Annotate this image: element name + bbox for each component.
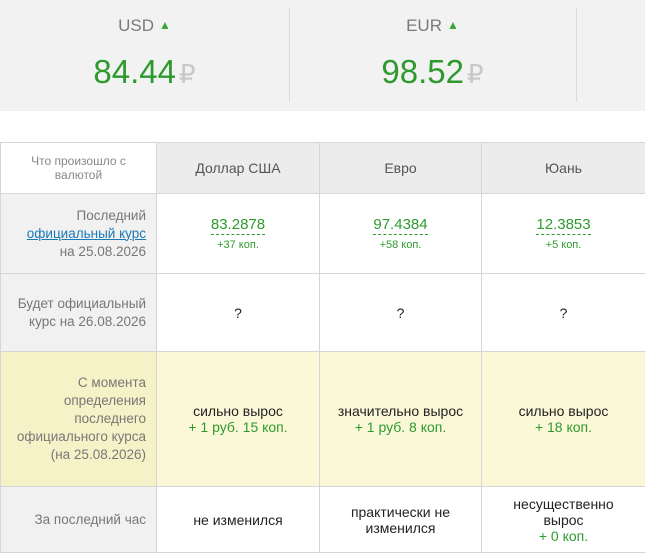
table-row-next-rate: Будет официальный курс на 26.08.2026 ? ?… [0, 273, 645, 352]
cell-official-eur: 97.4384 +58 коп. [319, 193, 482, 274]
official-rate-value[interactable]: 97.4384 [373, 216, 428, 235]
usd-rate-tile[interactable]: USD ▲ 84.44 ₽ [0, 0, 289, 111]
ruble-icon: ₽ [179, 59, 196, 89]
cell-next-cny: ? [481, 273, 645, 352]
rate-diff: +5 коп. [545, 239, 582, 251]
cell-hour-eur: практически не изменился [319, 486, 482, 553]
row-label: С момента определения последнего официал… [0, 351, 157, 487]
change-amount: + 0 коп. [538, 527, 589, 544]
divider [576, 8, 577, 102]
rate-diff: +37 коп. [217, 239, 259, 251]
rate-value-text: 84.44 [93, 53, 177, 90]
eur-rate-tile[interactable]: EUR ▲ 98.52 ₽ [289, 0, 576, 111]
change-amount: + 18 коп. [534, 419, 593, 435]
currency-changes-table: Что произошло с валютой Доллар США Евро … [0, 142, 645, 553]
rates-panel: USD ▲ 84.44 ₽ EUR ▲ 98.52 ₽ [0, 0, 645, 111]
unknown-value: ? [559, 304, 568, 321]
row-label-line: на 25.08.2026 [59, 243, 146, 259]
change-amount: + 1 руб. 8 коп. [354, 419, 447, 435]
ruble-icon: ₽ [467, 59, 484, 89]
unknown-value: ? [396, 304, 405, 321]
table-row-last-hour: За последний час не изменился практическ… [0, 486, 645, 553]
column-header-cny: Юань [481, 142, 645, 194]
row-label: Последний официальный курс на 25.08.2026 [0, 193, 157, 274]
cell-hour-cny: несущественно вырос + 0 коп. [481, 486, 645, 553]
rate-value: 98.52 ₽ [289, 53, 576, 91]
table-row-since-official: С момента определения последнего официал… [0, 351, 645, 487]
rate-value-text: 98.52 [381, 53, 465, 90]
table-row-official-rate: Последний официальный курс на 25.08.2026… [0, 193, 645, 274]
cell-official-cny: 12.3853 +5 коп. [481, 193, 645, 274]
currency-code-text: USD [118, 16, 154, 35]
cell-hour-usd: не изменился [156, 486, 320, 553]
currency-code-text: EUR [406, 16, 442, 35]
column-header-usd: Доллар США [156, 142, 320, 194]
official-rate-link[interactable]: официальный курс [27, 226, 146, 241]
row-label: За последний час [0, 486, 157, 553]
change-text: сильно вырос [193, 403, 283, 419]
currency-code: EUR ▲ [289, 16, 576, 36]
table-header-row: Что произошло с валютой Доллар США Евро … [0, 142, 645, 194]
change-text: значительно вырос [337, 403, 464, 419]
rate-value: 84.44 ₽ [0, 53, 289, 91]
change-text: практически не изменился [350, 503, 451, 536]
row-label: Будет официальный курс на 26.08.2026 [0, 273, 157, 352]
change-text: несущественно вырос [513, 495, 614, 528]
arrow-up-icon: ▲ [447, 18, 459, 32]
cell-next-eur: ? [319, 273, 482, 352]
arrow-up-icon: ▲ [159, 18, 171, 32]
corner-header: Что произошло с валютой [0, 142, 157, 194]
unknown-value: ? [234, 304, 242, 321]
rate-diff: +58 коп. [379, 239, 422, 251]
official-rate-value[interactable]: 83.2878 [210, 216, 266, 235]
cell-since-cny: сильно вырос + 18 коп. [481, 351, 645, 487]
change-text: сильно вырос [518, 403, 609, 419]
currency-code: USD ▲ [0, 16, 289, 36]
cell-official-usd: 83.2878 +37 коп. [156, 193, 320, 274]
row-label-line: Последний [76, 207, 146, 223]
cell-since-usd: сильно вырос + 1 руб. 15 коп. [156, 351, 320, 487]
change-text: не изменился [193, 511, 283, 528]
change-amount: + 1 руб. 15 коп. [188, 419, 288, 435]
official-rate-value[interactable]: 12.3853 [536, 216, 591, 235]
cell-next-usd: ? [156, 273, 320, 352]
cell-since-eur: значительно вырос + 1 руб. 8 коп. [319, 351, 482, 487]
column-header-eur: Евро [319, 142, 482, 194]
